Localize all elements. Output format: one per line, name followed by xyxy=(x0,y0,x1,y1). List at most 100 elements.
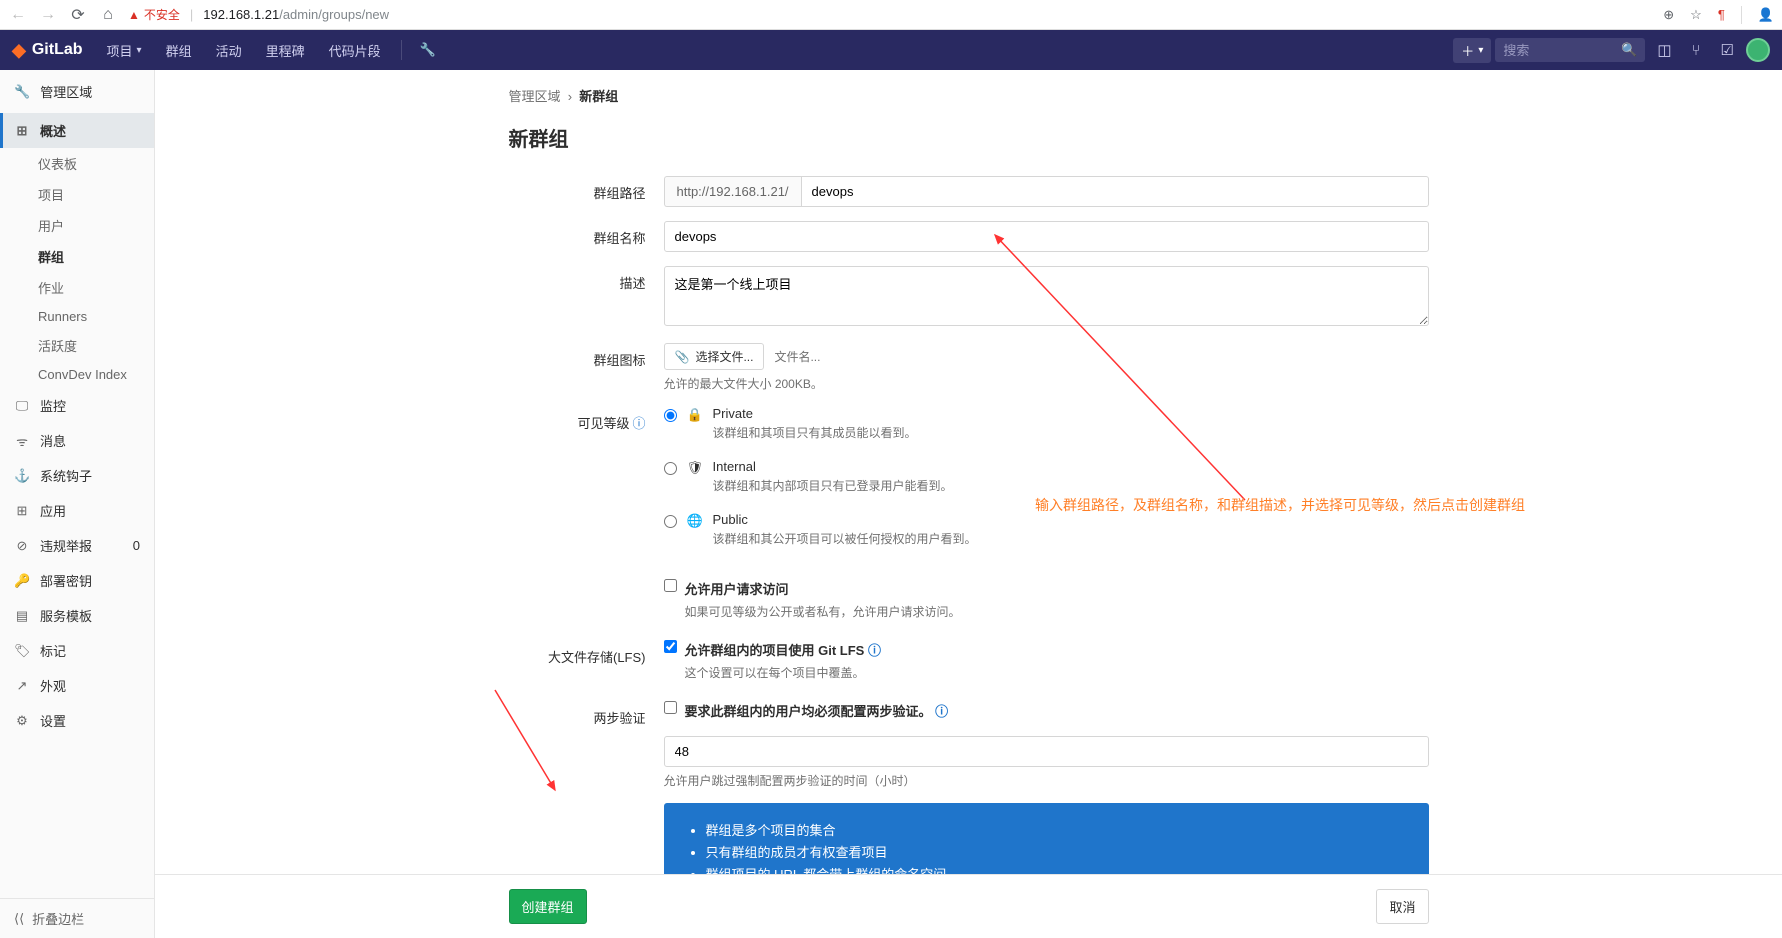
lfs-checkbox[interactable] xyxy=(664,640,677,653)
path-prefix: http://192.168.1.21/ xyxy=(664,176,801,207)
sidebar-item[interactable]: ▤ 服务模板 xyxy=(0,598,154,633)
nav-groups[interactable]: 群组 xyxy=(156,30,202,70)
gitlab-logo[interactable]: ◆ GitLab xyxy=(12,40,83,61)
sidebar-item[interactable]: 🖵 监控 xyxy=(0,388,154,423)
nav-snippets[interactable]: 代码片段 xyxy=(319,30,391,70)
form-footer: 创建群组 取消 xyxy=(155,874,1782,938)
sidebar-item[interactable]: ᯤ消息 xyxy=(0,423,154,458)
allow-request-checkbox[interactable] xyxy=(664,579,677,592)
visibility-radio[interactable] xyxy=(664,409,677,422)
profile-icon[interactable]: 👤 xyxy=(1758,7,1774,23)
todos-icon[interactable]: ☑ xyxy=(1713,41,1742,59)
collapse-sidebar[interactable]: ⟨⟨ 折叠边栏 xyxy=(0,898,154,938)
twofa-checkbox[interactable] xyxy=(664,701,677,714)
cancel-button[interactable]: 取消 xyxy=(1376,889,1428,924)
label-group-name: 群组名称 xyxy=(509,221,664,252)
twofa-hours-input[interactable] xyxy=(664,736,1429,767)
sidebar-sub-item[interactable]: 群组 xyxy=(0,241,154,272)
issues-icon[interactable]: ◫ xyxy=(1649,41,1679,59)
nav-projects[interactable]: 项目 ▾ xyxy=(97,30,152,70)
merge-requests-icon[interactable]: ⑂ xyxy=(1684,42,1709,59)
sidebar-icon: ▤ xyxy=(14,608,30,624)
forward-button[interactable]: → xyxy=(38,6,58,24)
grid-icon: ⊞ xyxy=(14,123,30,139)
sidebar-sub-item[interactable]: 作业 xyxy=(0,272,154,303)
group-name-input[interactable] xyxy=(664,221,1429,252)
warning-icon: ▲ xyxy=(128,8,140,22)
sidebar-item-label: 系统钩子 xyxy=(40,466,92,485)
wrench-icon[interactable]: 🔧 xyxy=(412,42,444,58)
help-icon[interactable]: ⓘ xyxy=(868,643,881,658)
sidebar-sub-item[interactable]: 仪表板 xyxy=(0,148,154,179)
sidebar-item[interactable]: ⊘违规举报0 xyxy=(0,528,154,563)
visibility-radio[interactable] xyxy=(664,462,677,475)
visibility-title: Public xyxy=(713,512,977,527)
visibility-icon: 🌐 xyxy=(687,513,703,529)
choose-file-label: 选择文件... xyxy=(695,348,753,365)
sidebar-item[interactable]: ⚓ 系统钩子 xyxy=(0,458,154,493)
sidebar-sub-item[interactable]: 活跃度 xyxy=(0,330,154,361)
sidebar-sub-item[interactable]: ConvDev Index xyxy=(0,361,154,388)
attachment-icon: 📎 xyxy=(675,350,690,364)
sidebar-item-label: 应用 xyxy=(40,501,66,520)
address-bar[interactable]: 192.168.1.21/admin/groups/new xyxy=(203,7,389,22)
page-title: 新群组 xyxy=(509,123,1429,152)
sidebar-item-label: 设置 xyxy=(40,711,66,730)
sidebar-item-label: 消息 xyxy=(40,431,66,450)
sidebar-icon: 🔑 xyxy=(14,573,30,589)
sidebar-item[interactable]: 🏷标记 xyxy=(0,633,154,668)
label-group-icon: 群组图标 xyxy=(509,343,664,392)
new-dropdown[interactable]: ＋▾ xyxy=(1453,38,1491,63)
sidebar-sub-item[interactable]: Runners xyxy=(0,303,154,330)
star-icon[interactable]: ☆ xyxy=(1690,7,1702,23)
sidebar-icon: ⚓ xyxy=(14,468,30,484)
sidebar-icon: 🖵 xyxy=(14,398,30,414)
lfs-title: 允许群组内的项目使用 Git LFS ⓘ xyxy=(685,640,881,659)
sidebar-icon: ⊞ xyxy=(14,503,30,519)
reload-button[interactable]: ⟳ xyxy=(68,5,88,25)
nav-activity[interactable]: 活动 xyxy=(206,30,252,70)
sidebar-item[interactable]: 🔑部署密钥 xyxy=(0,563,154,598)
search-input[interactable] xyxy=(1503,43,1621,58)
choose-file-button[interactable]: 📎 选择文件... xyxy=(664,343,765,370)
sidebar-header: 🔧 管理区域 xyxy=(0,70,154,113)
sidebar-overview[interactable]: ⊞ 概述 xyxy=(0,113,154,148)
label-description: 描述 xyxy=(509,266,664,329)
group-path-input[interactable] xyxy=(801,176,1429,207)
group-description-input[interactable] xyxy=(664,266,1429,326)
sidebar-icon: ⚙ xyxy=(14,713,30,729)
brand-text: GitLab xyxy=(32,41,83,59)
help-icon[interactable]: ⓘ xyxy=(632,416,645,431)
info-item: 只有群组的成员才有权查看项目 xyxy=(706,842,1401,861)
zoom-icon[interactable]: ⊕ xyxy=(1663,7,1674,23)
sidebar-sub-item[interactable]: 用户 xyxy=(0,210,154,241)
sidebar-sub-item[interactable]: 项目 xyxy=(0,179,154,210)
back-button[interactable]: ← xyxy=(8,6,28,24)
sidebar-item[interactable]: ↗外观 xyxy=(0,668,154,703)
sidebar-icon: 🏷 xyxy=(14,643,30,659)
pilcrow-icon[interactable]: ¶ xyxy=(1718,7,1725,22)
home-button[interactable]: ⌂ xyxy=(98,6,118,24)
max-size-hint: 允许的最大文件大小 200KB。 xyxy=(664,375,1429,392)
sidebar-item[interactable]: ⊞ 应用 xyxy=(0,493,154,528)
plus-icon: ＋ xyxy=(1461,41,1474,60)
sidebar-item[interactable]: ⚙ 设置 xyxy=(0,703,154,738)
visibility-icon: 🔒 xyxy=(687,407,703,423)
count-badge: 0 xyxy=(133,538,140,553)
search-box[interactable]: 🔍 xyxy=(1495,38,1645,62)
create-group-button[interactable]: 创建群组 xyxy=(509,889,587,924)
info-item: 群组是多个项目的集合 xyxy=(706,820,1401,839)
visibility-icon: 🛡 xyxy=(687,460,703,476)
user-avatar[interactable] xyxy=(1746,38,1770,62)
main-content: 管理区域 › 新群组 新群组 群组路径 http://192.168.1.21/… xyxy=(155,70,1782,938)
chevron-down-icon: ▾ xyxy=(1478,45,1483,56)
breadcrumb-root[interactable]: 管理区域 xyxy=(509,89,561,104)
visibility-radio[interactable] xyxy=(664,515,677,528)
insecure-badge: ▲ 不安全 xyxy=(128,6,180,23)
sidebar-icon: ⊘ xyxy=(14,538,30,554)
nav-milestones[interactable]: 里程碑 xyxy=(256,30,315,70)
sidebar-title: 管理区域 xyxy=(40,82,92,101)
sidebar-item-label: 服务模板 xyxy=(40,606,92,625)
sidebar-item-label: 监控 xyxy=(40,396,66,415)
help-icon[interactable]: ⓘ xyxy=(935,704,948,719)
